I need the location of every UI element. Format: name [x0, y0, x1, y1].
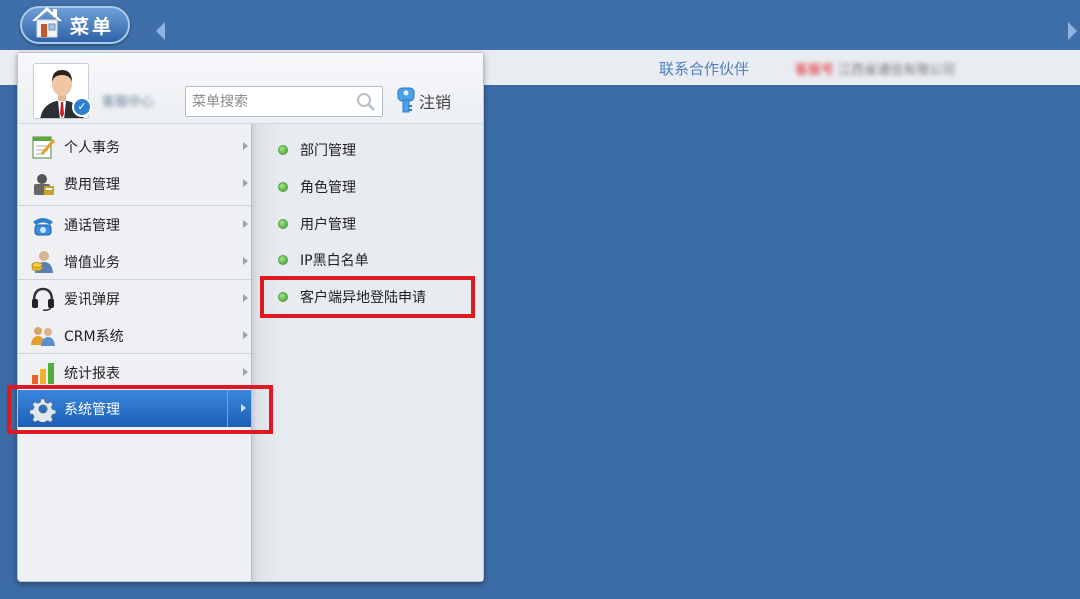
highlight-box-submenu: [260, 276, 475, 318]
scroll-left-icon[interactable]: [156, 22, 165, 40]
search-input[interactable]: [192, 87, 352, 116]
partner-link[interactable]: 联系合作伙伴: [659, 58, 749, 79]
search-icon[interactable]: [356, 92, 376, 112]
submenu-item-label: 用户管理: [300, 217, 356, 233]
cashier-icon: [30, 171, 56, 197]
highlight-box-menu: [7, 385, 273, 434]
menu-button[interactable]: 菜单: [20, 6, 130, 44]
company-name: 江西省通信有限公司: [838, 63, 956, 78]
menu-item-billing[interactable]: 费用管理: [18, 165, 252, 202]
menu-item-call-management[interactable]: 通话管理: [18, 206, 252, 243]
submenu-item-role[interactable]: 角色管理: [266, 175, 356, 199]
chevron-right-icon: [243, 142, 248, 150]
company-prefix: 客服号: [795, 63, 835, 78]
headset-icon: [30, 286, 56, 312]
top-bar: 菜单: [0, 0, 1080, 50]
chevron-right-icon: [243, 294, 248, 302]
status-dot-icon: [278, 182, 288, 192]
submenu-item-label: IP黑白名单: [300, 253, 369, 269]
submenu-item-label: 部门管理: [300, 143, 356, 159]
company-info: 客服号 江西省通信有限公司: [795, 59, 955, 78]
chevron-right-icon: [243, 257, 248, 265]
menu-item-label: 个人事务: [64, 139, 120, 156]
menu-item-label: 统计报表: [64, 365, 120, 382]
logout-label: 注销: [419, 93, 452, 112]
menu-item-popup-screen[interactable]: 爱讯弹屏: [18, 280, 252, 317]
scroll-right-icon[interactable]: [1068, 22, 1077, 40]
menu-item-value-added[interactable]: 增值业务: [18, 243, 252, 280]
verified-check-icon: ✓: [72, 97, 92, 117]
user-coins-icon: [30, 249, 56, 275]
submenu-item-label: 角色管理: [300, 180, 356, 196]
menu-item-crm[interactable]: CRM系统: [18, 317, 252, 354]
logout-button[interactable]: 注销: [396, 86, 451, 116]
submenu-item-ip-list[interactable]: IP黑白名单: [266, 248, 369, 272]
menu-item-label: 通话管理: [64, 217, 120, 234]
menu-item-label: 爱讯弹屏: [64, 291, 120, 308]
chevron-right-icon: [243, 331, 248, 339]
menu-search-box[interactable]: [185, 86, 383, 117]
menu-label: 菜单: [70, 15, 115, 38]
menu-item-label: CRM系统: [64, 328, 124, 345]
status-dot-icon: [278, 255, 288, 265]
menu-item-label: 费用管理: [64, 176, 120, 193]
bar-chart-icon: [30, 360, 56, 386]
key-icon: [397, 87, 415, 113]
menu-header: ✓ 客服中心 注销: [18, 53, 483, 124]
telephone-icon: [30, 212, 56, 238]
username: 客服中心: [102, 95, 155, 110]
chevron-right-icon: [243, 179, 248, 187]
status-dot-icon: [278, 219, 288, 229]
status-dot-icon: [278, 145, 288, 155]
submenu-item-department[interactable]: 部门管理: [266, 138, 356, 162]
category-list: 个人事务 费用管理 通话管理 增值业务 爱讯弹屏 CRM系统 统计报表 系统管理: [18, 124, 259, 581]
submenu-list: 部门管理 角色管理 用户管理 IP黑白名单 客户端异地登陆申请: [251, 124, 483, 581]
users-icon: [30, 323, 56, 349]
notepad-icon: [30, 134, 56, 160]
menu-item-personal-affairs[interactable]: 个人事务: [18, 128, 252, 165]
home-icon: [28, 3, 66, 41]
chevron-right-icon: [243, 368, 248, 376]
chevron-right-icon: [243, 220, 248, 228]
menu-item-label: 增值业务: [64, 254, 120, 271]
submenu-item-user[interactable]: 用户管理: [266, 212, 356, 236]
